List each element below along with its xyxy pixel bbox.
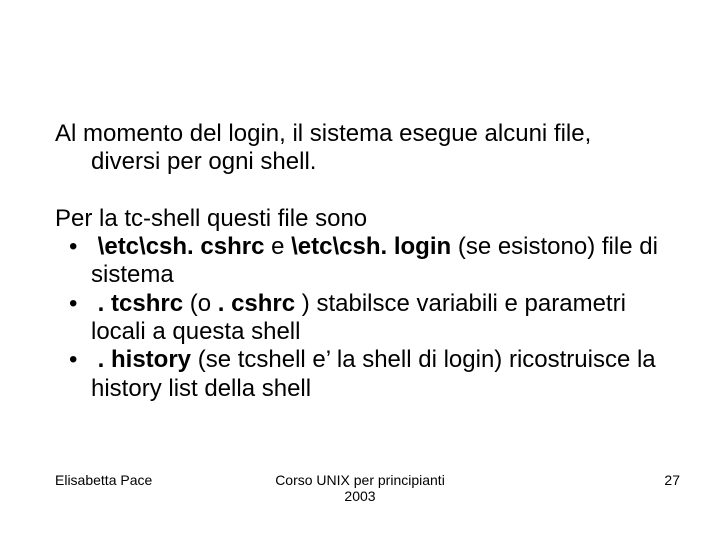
bullet-text-bold: . history: [98, 346, 191, 373]
bullet-text-mid: e: [264, 233, 291, 260]
list-item: . history (se tcshell e’ la shell di log…: [55, 346, 665, 403]
bullet-list: \etc\csh. cshrc e \etc\csh. login (se es…: [55, 233, 665, 403]
footer: Elisabetta Pace Corso UNIX per principia…: [0, 472, 720, 512]
paragraph-intro-text: Al momento del login, il sistema esegue …: [55, 120, 665, 177]
slide: Al momento del login, il sistema esegue …: [0, 0, 720, 540]
paragraph-intro: Al momento del login, il sistema esegue …: [55, 120, 665, 177]
list-item: . tcshrc (o . cshrc ) stabilsce variabil…: [55, 290, 665, 347]
list-item: \etc\csh. cshrc e \etc\csh. login (se es…: [55, 233, 665, 290]
footer-course-line2: 2003: [0, 488, 720, 504]
bullet-text-bold: . tcshrc: [98, 290, 183, 317]
bullet-text-mid: (o: [183, 290, 218, 317]
bullet-text-bold: \etc\csh. cshrc: [98, 233, 265, 260]
footer-course-line1: Corso UNIX per principianti: [0, 472, 720, 488]
footer-page-number: 27: [664, 472, 680, 488]
footer-course: Corso UNIX per principianti 2003: [0, 472, 720, 504]
paragraph-list-intro: Per la tc-shell questi file sono: [55, 205, 665, 233]
bullet-text-bold: \etc\csh. login: [291, 233, 451, 260]
bullet-text-bold: . cshrc: [218, 290, 295, 317]
